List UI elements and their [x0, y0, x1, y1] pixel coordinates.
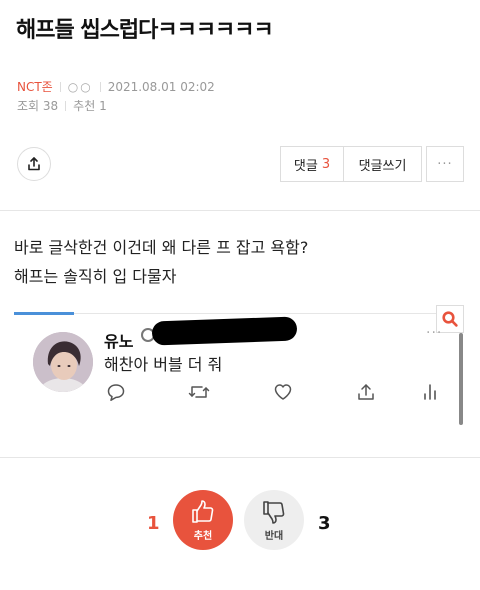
post-stats: 조회 38 추천 1: [17, 97, 107, 114]
heart-icon: [274, 384, 292, 400]
analytics-icon: [424, 384, 436, 400]
thumbs-down-icon: [263, 500, 285, 524]
upvote-button[interactable]: 추천: [173, 490, 233, 550]
share-icon: [28, 157, 40, 171]
reply-icon: [107, 384, 125, 401]
recommend-count: 추천 1: [73, 99, 107, 113]
meta-divider: [65, 100, 67, 111]
thumbs-up-icon: [192, 499, 214, 523]
content-divider: [0, 210, 480, 211]
upvote-label: 추천: [193, 530, 213, 542]
retweet-icon: [188, 386, 210, 398]
tweet-text: 해찬아 버블 더 줘: [104, 355, 223, 374]
downvote-button[interactable]: 반대: [244, 490, 304, 550]
meta-divider: [59, 81, 61, 92]
comments-button[interactable]: 댓글 3: [280, 146, 344, 182]
post-body: 바로 글삭한건 이건데 왜 다른 프 잡고 욕함? 해프는 솔직히 입 다물자: [14, 233, 308, 291]
share-button[interactable]: [17, 147, 51, 181]
post-body-line: 해프는 솔직히 입 다물자: [14, 267, 177, 286]
tweet-author-name[interactable]: 유노: [104, 328, 133, 352]
share-icon: [358, 384, 374, 400]
downvote-label: 반대: [264, 530, 284, 542]
tweet-actions: [104, 380, 444, 406]
embed-accent-bar: [14, 312, 74, 315]
redaction-scribble: [151, 316, 298, 346]
post-title: 해프들 씹스럽다ㅋㅋㅋㅋㅋㅋ: [16, 18, 274, 43]
reply-button[interactable]: [104, 380, 128, 404]
view-count: 조회 38: [17, 99, 59, 113]
post-datetime: 2021.08.01 02:02: [107, 79, 215, 94]
avatar[interactable]: [33, 332, 93, 392]
upvote-count: 1: [147, 513, 160, 534]
more-options-button[interactable]: ···: [426, 146, 464, 182]
meta-divider: [99, 81, 101, 92]
analytics-button[interactable]: [418, 380, 442, 404]
retweet-button[interactable]: [187, 380, 211, 404]
post-meta: NCT존 ○○ 2021.08.01 02:02: [17, 78, 215, 95]
search-icon: [442, 311, 458, 327]
comments-label: 댓글: [293, 158, 318, 174]
content-divider: [0, 457, 480, 458]
downvote-count: 3: [318, 513, 331, 534]
comment-toolbar: 댓글 3 댓글쓰기 ···: [280, 146, 464, 182]
tweet-more-button[interactable]: ···: [426, 325, 442, 341]
like-button[interactable]: [271, 380, 295, 404]
comments-count: 3: [321, 156, 331, 172]
embed-scrollbar[interactable]: [459, 333, 463, 425]
post-body-line: 바로 글삭한건 이건데 왜 다른 프 잡고 욕함?: [14, 238, 309, 257]
author-name[interactable]: ○○: [68, 80, 93, 94]
embed-top-border: [14, 313, 464, 314]
write-comment-button[interactable]: 댓글쓰기: [344, 146, 422, 182]
share-tweet-button[interactable]: [354, 380, 378, 404]
category-link[interactable]: NCT존: [17, 78, 53, 95]
